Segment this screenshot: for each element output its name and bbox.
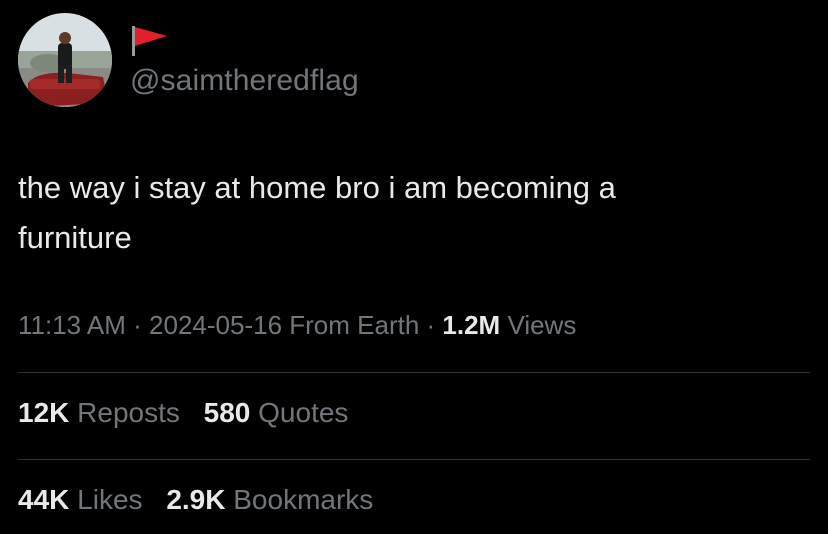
quotes-count: 580 — [203, 397, 251, 428]
likes-stat[interactable]: 44K Likes — [18, 484, 143, 515]
tweet-date[interactable]: 2024-05-16 — [149, 310, 282, 340]
tweet-text-line: furniture — [18, 220, 132, 255]
engagement-row-1: 12K Reposts 580 Quotes — [18, 397, 364, 429]
views-label: Views — [500, 310, 577, 340]
bookmarks-stat[interactable]: 2.9K Bookmarks — [166, 484, 373, 515]
avatar-photo — [18, 13, 112, 107]
likes-count: 44K — [18, 484, 70, 515]
bookmarks-count: 2.9K — [166, 484, 226, 515]
red-flag-icon — [130, 24, 170, 58]
engagement-row-2: 44K Likes 2.9K Bookmarks — [18, 484, 389, 516]
reposts-count: 12K — [18, 397, 70, 428]
tweet-text: the way i stay at home bro i am becoming… — [18, 163, 798, 263]
divider — [18, 459, 810, 460]
tweet-source: From Earth — [282, 310, 420, 340]
tweet-text-line: the way i stay at home bro i am becoming… — [18, 170, 616, 205]
meta-separator: · — [419, 310, 443, 340]
reposts-label: Reposts — [69, 397, 180, 428]
quotes-stat[interactable]: 580 Quotes — [204, 397, 349, 428]
bookmarks-label: Bookmarks — [225, 484, 374, 515]
meta-separator: · — [125, 310, 150, 340]
views-count[interactable]: 1.2M — [442, 310, 500, 340]
divider — [18, 372, 810, 373]
likes-label: Likes — [69, 484, 143, 515]
reposts-stat[interactable]: 12K Reposts — [18, 397, 180, 428]
avatar[interactable] — [18, 13, 112, 107]
tweet-time[interactable]: 11:13 AM — [18, 310, 126, 340]
author-handle[interactable]: @saimtheredflag — [130, 64, 359, 98]
quotes-label: Quotes — [250, 397, 349, 428]
tweet-meta: 11:13 AM · 2024-05-16 From Earth · 1.2M … — [18, 310, 576, 341]
